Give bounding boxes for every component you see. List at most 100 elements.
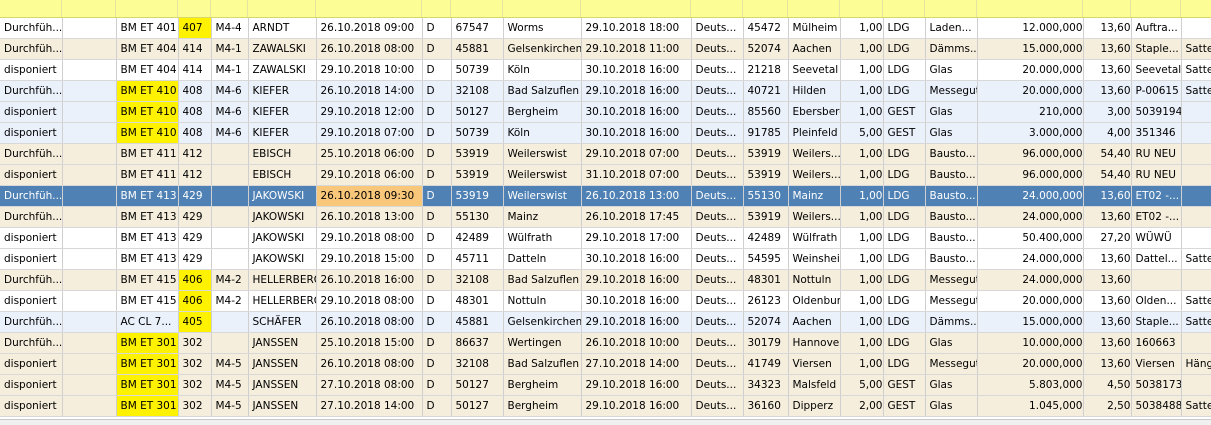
column-header-unloading-datetime[interactable]	[581, 0, 691, 17]
cell-unloading-zip: 48301	[743, 269, 789, 291]
cell-unloading-datetime: 29.10.2018 16:00	[581, 374, 692, 396]
cell-unloading-datetime: 29.10.2018 16:00	[581, 395, 692, 417]
cell-vehicle: BM ET 413	[116, 185, 179, 207]
cell-vehicle: BM ET 301	[116, 374, 179, 396]
column-header-weight[interactable]	[977, 0, 1083, 17]
column-header-loading-datetime[interactable]	[316, 0, 422, 17]
cell-status: Durchfüh...	[0, 38, 63, 60]
column-header-vehicle[interactable]	[116, 0, 178, 17]
column-header-loading-city[interactable]	[503, 0, 581, 17]
column-header-quantity[interactable]	[840, 0, 883, 17]
horizontal-scrollbar[interactable]	[0, 419, 1211, 425]
cell-quantity: 1,00	[840, 332, 884, 354]
cell-loading-datetime: 26.10.2018 16:00	[316, 269, 423, 291]
cell-vehicle-type	[1181, 164, 1211, 186]
cell-tour: 414	[178, 59, 212, 81]
cell-status: Durchfüh...	[0, 206, 63, 228]
cell-unloading-country: Deuts...	[691, 395, 744, 417]
table-row[interactable]: Durchfüh... BM ET 401 407 M4-4 ARNDT 26.10.20…	[0, 18, 1211, 39]
cell-vehicle: BM ET 415	[116, 269, 179, 291]
table-row[interactable]: disponiert BM ET 404 414 M4-1 ZAWALSKI 29.10.…	[0, 59, 1211, 81]
table-row[interactable]: disponiert BM ET 410 408 M4-6 KIEFER 29.10.20…	[0, 122, 1211, 144]
column-header-loading-zip[interactable]	[451, 0, 503, 17]
table-row[interactable]: Durchfüh... BM ET 404 414 M4-1 ZAWALSKI 26.10…	[0, 38, 1211, 60]
cell-weight: 24.000,000	[977, 185, 1084, 207]
cell-trailer-type	[211, 332, 249, 354]
column-header-country[interactable]	[422, 0, 451, 17]
column-header-reference[interactable]	[1131, 0, 1181, 17]
cell-reference: Dattel...	[1131, 248, 1182, 270]
table-row-selected[interactable]: Durchfüh... BM ET 413 429 JAKOWSKI 26.10.201…	[0, 185, 1211, 207]
cell-tour: 429	[178, 227, 212, 249]
cell-goods: Dämms...	[925, 311, 978, 333]
cell-loading-datetime: 29.10.2018 08:00	[316, 227, 423, 249]
column-header-goods[interactable]	[925, 0, 977, 17]
table-row[interactable]: Durchfüh... BM ET 410 408 M4-6 KIEFER 26.10.2…	[0, 80, 1211, 102]
column-header-loading-meters[interactable]	[1083, 0, 1131, 17]
cell-loading-meters: 54,40	[1083, 164, 1132, 186]
table-row[interactable]: Durchfüh... AC CL 7... 405 SCHÄFER 26.10.201…	[0, 311, 1211, 333]
cell-quantity: 1,00	[840, 18, 884, 39]
cell-reference: P-00615	[1131, 80, 1182, 102]
cell-unloading-zip: 42489	[743, 227, 789, 249]
cell-loading-datetime: 26.10.2018 08:00	[316, 311, 423, 333]
table-row[interactable]: Durchfüh... BM ET 301 302 JANSSEN 25.10.2018…	[0, 332, 1211, 354]
cell-unloading-datetime: 29.10.2018 07:00	[581, 143, 692, 165]
cell-blank	[62, 353, 117, 375]
cell-vehicle-type	[1181, 269, 1211, 291]
table-row[interactable]: disponiert BM ET 301 302 M4-5 JANSSEN 27.10.2…	[0, 395, 1211, 417]
cell-weight: 50.400,000	[977, 227, 1084, 249]
table-row[interactable]: Durchfüh... BM ET 411 412 EBISCH 25.10.2018 …	[0, 143, 1211, 165]
cell-vehicle-type: Satte...	[1181, 59, 1211, 81]
column-header-unloading-zip[interactable]	[743, 0, 788, 17]
column-header-unit[interactable]	[883, 0, 925, 17]
cell-loading-datetime: 29.10.2018 07:00	[316, 122, 423, 144]
cell-driver: KIEFER	[248, 122, 317, 144]
cell-quantity: 1,00	[840, 59, 884, 81]
column-header-unloading-city[interactable]	[788, 0, 840, 17]
cell-status: disponiert	[0, 59, 63, 81]
cell-status: Durchfüh...	[0, 332, 63, 354]
cell-vehicle-type: Satte...	[1181, 395, 1211, 417]
cell-loading-zip: 50127	[451, 101, 504, 123]
table-row[interactable]: Durchfüh... BM ET 415 406 M4-2 HELLERBERG 26.…	[0, 269, 1211, 291]
cell-country: D	[422, 206, 452, 228]
cell-unit: LDG	[883, 164, 926, 186]
cell-weight: 12.000,000	[977, 18, 1084, 39]
column-header-tour[interactable]	[178, 0, 211, 17]
cell-status: disponiert	[0, 248, 63, 270]
column-header-driver[interactable]	[248, 0, 316, 17]
cell-goods: Glas	[925, 374, 978, 396]
table-row[interactable]: disponiert BM ET 301 302 M4-5 JANSSEN 27.10.2…	[0, 374, 1211, 396]
cell-reference: Olden...	[1131, 290, 1182, 312]
table-row[interactable]: disponiert BM ET 410 408 M4-6 KIEFER 29.10.20…	[0, 101, 1211, 123]
cell-weight: 3.000,000	[977, 122, 1084, 144]
cell-quantity: 1,00	[840, 353, 884, 375]
column-header-bar[interactable]	[0, 0, 1211, 18]
column-header-vehicle-type[interactable]	[1181, 0, 1211, 17]
cell-trailer-type: M4-6	[211, 80, 249, 102]
column-header-blank[interactable]	[62, 0, 116, 17]
cell-reference: Auftra...	[1131, 18, 1182, 39]
cell-reference: RU NEU	[1131, 164, 1182, 186]
table-row[interactable]: disponiert BM ET 411 412 EBISCH 29.10.2018 0…	[0, 164, 1211, 186]
table-row[interactable]: Durchfüh... BM ET 413 429 JAKOWSKI 26.10.201…	[0, 206, 1211, 228]
cell-unloading-zip: 52074	[743, 38, 789, 60]
table-row[interactable]: disponiert BM ET 415 406 M4-2 HELLERBERG 29.1…	[0, 290, 1211, 312]
table-row[interactable]: disponiert BM ET 301 302 M4-5 JANSSEN 26.10.2…	[0, 353, 1211, 375]
cell-loading-datetime: 29.10.2018 15:00	[316, 248, 423, 270]
cell-unloading-city: Wülfrath	[788, 227, 841, 249]
cell-unloading-zip: 40721	[743, 80, 789, 102]
cell-loading-zip: 53919	[451, 164, 504, 186]
table-row[interactable]: disponiert BM ET 413 429 JAKOWSKI 29.10.2018…	[0, 227, 1211, 249]
column-header-trailer-type[interactable]	[211, 0, 248, 17]
column-header-status[interactable]	[0, 0, 62, 17]
cell-blank	[62, 38, 117, 60]
cell-weight: 15.000,000	[977, 38, 1084, 60]
table-row[interactable]: disponiert BM ET 413 429 JAKOWSKI 29.10.2018…	[0, 248, 1211, 270]
cell-goods: Glas	[925, 332, 978, 354]
cell-weight: 24.000,000	[977, 269, 1084, 291]
column-header-unloading-country[interactable]	[691, 0, 743, 17]
cell-loading-zip: 45881	[451, 311, 504, 333]
cell-unloading-datetime: 29.10.2018 16:00	[581, 269, 692, 291]
